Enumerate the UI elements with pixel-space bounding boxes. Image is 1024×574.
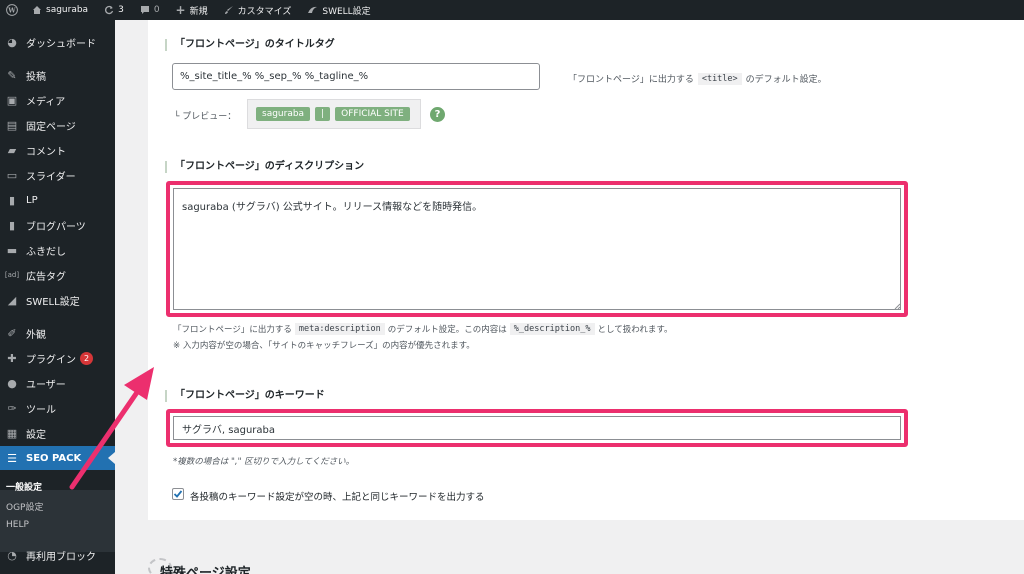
sidebar-item-posts[interactable]: ✎ 投稿 [0, 63, 115, 87]
description-note-empty: ※ 入力内容が空の場合、「サイトのキャッチフレーズ」の内容が優先されます。 [173, 341, 475, 351]
reusable-block-icon: ◔ [7, 548, 17, 562]
settings-card: 「フロントページ」のタイトルタグ %_site_title_% %_sep_% … [148, 20, 1024, 520]
swell-icon [307, 5, 318, 15]
description-highlight: saguraba (サグラバ) 公式サイト。リリース情報などを随時発信。 [166, 181, 908, 317]
new-content-link[interactable]: + 新規 [168, 0, 216, 20]
description-textarea[interactable]: saguraba (サグラバ) 公式サイト。リリース情報などを随時発信。 [173, 188, 901, 310]
plugin-icon: ✚ [7, 351, 17, 365]
comment-icon [140, 5, 150, 15]
title-tag-input[interactable]: %_site_title_% %_sep_% %_tagline_% [172, 63, 540, 90]
updates-icon [104, 5, 114, 15]
comment-icon: ▰ [7, 143, 17, 157]
preview-chip: saguraba [256, 107, 311, 121]
sidebar-item-reusable-blocks[interactable]: ◔ 再利用ブロック [0, 543, 115, 567]
preview-chip: OFFICIAL SITE [335, 107, 410, 121]
slider-icon: ▭ [6, 168, 18, 182]
sidebar-item-users[interactable]: ● ユーザー [0, 371, 115, 395]
admin-sidebar: ◕ ダッシュボード ✎ 投稿 ▣ メディア ▤ 固定ページ ▰ コメント ▭ スライダー ▮… [0, 20, 115, 574]
dashboard-icon: ◕ [7, 35, 17, 49]
sidebar-item-seopack[interactable]: ☰ SEO PACK [0, 446, 115, 470]
plus-icon: + [175, 3, 186, 17]
keyword-note: *複数の場合は "," 区切りで入力してください。 [173, 457, 355, 467]
swell-settings-link[interactable]: SWELL設定 [299, 0, 378, 20]
preview-label: └ プレビュー： [174, 112, 237, 122]
keyword-heading: 「フロントページ」のキーワード [165, 390, 325, 402]
sidebar-item-adtag[interactable]: [ad] 広告タグ [0, 263, 115, 287]
user-icon: ● [7, 376, 17, 390]
sidebar-item-swell[interactable]: ◢ SWELL設定 [0, 288, 115, 312]
title-tag-description: 「フロントページ」に出力する <title> のデフォルト設定。 [568, 72, 827, 85]
submenu-general-settings[interactable]: 一般設定 [6, 480, 42, 493]
sidebar-item-media[interactable]: ▣ メディア [0, 88, 115, 112]
check-icon [173, 490, 183, 498]
site-name-label: saguraba [46, 5, 89, 15]
same-keywords-checkbox[interactable] [172, 488, 184, 500]
sidebar-item-blogparts[interactable]: ▮ ブログパーツ [0, 213, 115, 237]
tool-icon: ✑ [7, 401, 17, 415]
home-icon [32, 5, 42, 15]
title-code: <title> [697, 72, 742, 85]
sidebar-item-settings[interactable]: ▦ 設定 [0, 421, 115, 445]
help-icon[interactable]: ? [430, 107, 445, 122]
swell-icon: ◢ [7, 293, 17, 307]
site-name-link[interactable]: saguraba [24, 0, 96, 20]
description-heading: 「フロントページ」のディスクリプション [165, 161, 364, 173]
title-preview: saguraba | OFFICIAL SITE [247, 99, 421, 129]
blogparts-icon: ▮ [8, 218, 16, 232]
swell-label: SWELL設定 [322, 6, 371, 17]
comments-count: 0 [153, 5, 160, 15]
submenu-help[interactable]: HELP [6, 520, 29, 530]
sidebar-item-tools[interactable]: ✑ ツール [0, 396, 115, 420]
sidebar-item-pages[interactable]: ▤ 固定ページ [0, 113, 115, 137]
settings-icon: ▦ [6, 426, 18, 440]
sidebar-item-comments[interactable]: ▰ コメント [0, 138, 115, 162]
title-tag-heading: 「フロントページ」のタイトルタグ [165, 39, 335, 51]
customize-link[interactable]: カスタマイズ [216, 0, 300, 20]
comments-link[interactable]: 0 [132, 0, 168, 20]
svg-text:W: W [7, 6, 16, 14]
sidebar-item-appearance[interactable]: ✐ 外観 [0, 321, 115, 345]
updates-link[interactable]: 3 [96, 0, 132, 20]
plugin-update-badge: 2 [80, 351, 93, 365]
wordpress-logo-icon[interactable]: W [0, 0, 24, 20]
description-note: 「フロントページ」に出力する meta:description のデフォルト設定… [173, 323, 673, 335]
sidebar-item-dashboard[interactable]: ◕ ダッシュボード [0, 30, 115, 54]
new-label: 新規 [189, 6, 208, 17]
sidebar-item-plugins[interactable]: ✚ プラグイン 2 [0, 346, 115, 370]
keyword-highlight: サグラバ, saguraba [166, 409, 908, 447]
sidebar-item-slider[interactable]: ▭ スライダー [0, 163, 115, 187]
submenu-ogp-settings[interactable]: OGP設定 [6, 500, 44, 513]
sidebar-item-lp[interactable]: ▮ LP [0, 188, 115, 212]
brush-icon [224, 5, 234, 15]
customize-label: カスタマイズ [237, 6, 292, 17]
keyword-input[interactable]: サグラバ, saguraba [173, 416, 901, 440]
seopack-icon: ☰ [7, 451, 17, 465]
special-pages-heading: 特殊ページ設定 [160, 566, 251, 574]
same-keywords-label[interactable]: 各投稿のキーワード設定が空の時、上記と同じキーワードを出力する [190, 489, 485, 503]
main-content: 「フロントページ」のタイトルタグ %_site_title_% %_sep_% … [115, 20, 1024, 574]
balloon-icon: ▬ [6, 243, 18, 257]
pin-icon: ✎ [7, 68, 17, 82]
updates-count: 3 [118, 5, 124, 15]
preview-chip: | [315, 107, 331, 121]
admin-bar: W saguraba 3 0 + 新規 カスタマイズ SWELL設定 [0, 0, 1024, 20]
page-icon: ▤ [6, 118, 18, 132]
ad-icon: [ad] [4, 271, 20, 279]
lp-icon: ▮ [8, 193, 16, 207]
appearance-icon: ✐ [7, 326, 17, 340]
resize-grip-icon[interactable] [893, 302, 901, 310]
media-icon: ▣ [6, 93, 18, 107]
sidebar-item-balloon[interactable]: ▬ ふきだし [0, 238, 115, 262]
